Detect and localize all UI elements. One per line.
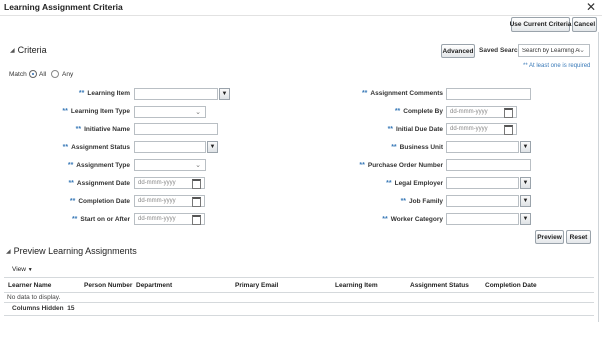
reset-button[interactable]: Reset bbox=[566, 230, 591, 244]
assignment-status-dropdown-button[interactable]: ▼ bbox=[207, 141, 218, 153]
assignment-status-input[interactable] bbox=[134, 141, 206, 153]
table-bottom-border bbox=[4, 315, 594, 316]
calendar-icon[interactable] bbox=[192, 179, 201, 189]
saved-search-select[interactable]: Search by Learning Ar ⌄ bbox=[518, 44, 590, 57]
assignment-date-label: ** Assignment Date bbox=[68, 180, 130, 187]
learning-item-input[interactable] bbox=[134, 88, 218, 100]
columns-hidden-count: 15 bbox=[67, 305, 75, 312]
column-header-primary-email[interactable]: Primary Email bbox=[235, 282, 278, 289]
business-unit-dropdown-button[interactable]: ▼ bbox=[520, 141, 531, 153]
criteria-title: Criteria bbox=[17, 45, 47, 55]
job-family-input[interactable] bbox=[446, 195, 519, 207]
legal-employer-dropdown-button[interactable]: ▼ bbox=[520, 177, 531, 189]
column-header-learning-item[interactable]: Learning Item bbox=[335, 282, 378, 289]
completion-date-input[interactable]: dd-mmm-yyyy bbox=[134, 195, 205, 207]
column-header-person-number[interactable]: Person Number bbox=[84, 282, 132, 289]
cancel-button[interactable]: Cancel bbox=[572, 17, 597, 32]
divider bbox=[0, 15, 602, 16]
view-dropdown-icon: ▼ bbox=[27, 267, 33, 273]
saved-search-label: Saved Search bbox=[479, 47, 522, 54]
learning-item-dropdown-button[interactable]: ▼ bbox=[219, 88, 230, 100]
legal-employer-input[interactable] bbox=[446, 177, 519, 189]
use-current-criteria-button[interactable]: Use Current Criteria bbox=[510, 17, 571, 32]
purchase-order-number-label: ** Purchase Order Number bbox=[359, 162, 443, 169]
calendar-icon[interactable] bbox=[192, 197, 201, 207]
match-all-label: All bbox=[39, 71, 47, 78]
chevron-down-icon: ⌄ bbox=[579, 47, 585, 54]
calendar-icon[interactable] bbox=[504, 108, 513, 118]
column-header-department[interactable]: Department bbox=[136, 282, 172, 289]
required-note: ** At least one is required bbox=[523, 63, 591, 69]
worker-category-label: ** Worker Category bbox=[382, 216, 443, 223]
assignment-type-label: ** Assignment Type bbox=[67, 162, 130, 169]
saved-search-value: Search by Learning Ar bbox=[522, 48, 580, 54]
preview-section-header[interactable]: ◢ Preview Learning Assignments bbox=[6, 246, 137, 256]
column-header-completion-date[interactable]: Completion Date bbox=[485, 282, 537, 289]
assignment-type-select[interactable]: ⌄ bbox=[134, 159, 206, 171]
assignment-comments-input[interactable] bbox=[446, 88, 531, 100]
columns-hidden: Columns Hidden 15 bbox=[12, 305, 75, 312]
match-any-radio[interactable] bbox=[51, 70, 59, 78]
legal-employer-label: ** Legal Employer bbox=[386, 180, 443, 187]
match-any-label: Any bbox=[62, 71, 74, 78]
assignment-status-label: ** Assignment Status bbox=[62, 144, 130, 151]
calendar-icon[interactable] bbox=[504, 125, 513, 135]
completion-date-label: ** Completion Date bbox=[69, 198, 130, 205]
initiative-name-input[interactable] bbox=[134, 123, 218, 135]
initial-due-date-label: ** Initial Due Date bbox=[387, 126, 443, 133]
close-icon[interactable]: ✕ bbox=[586, 0, 596, 14]
purchase-order-number-input[interactable] bbox=[446, 159, 531, 171]
match-label: Match bbox=[9, 71, 27, 78]
learning-item-type-label: ** Learning Item Type bbox=[62, 108, 130, 115]
job-family-label: ** Job Family bbox=[400, 198, 443, 205]
column-header-learner-name[interactable]: Learner Name bbox=[8, 282, 51, 289]
initiative-name-label: ** Initiative Name bbox=[75, 126, 130, 133]
job-family-dropdown-button[interactable]: ▼ bbox=[520, 195, 531, 207]
preview-button[interactable]: Preview bbox=[535, 230, 564, 244]
calendar-icon[interactable] bbox=[192, 215, 201, 225]
column-header-assignment-status[interactable]: Assignment Status bbox=[410, 282, 469, 289]
learning-item-type-select[interactable]: ⌄ bbox=[134, 106, 206, 118]
initial-due-date-input[interactable]: dd-mmm-yyyy bbox=[446, 123, 517, 135]
chevron-down-icon: ⌄ bbox=[195, 109, 201, 116]
collapse-triangle-icon[interactable]: ◢ bbox=[10, 47, 15, 54]
match-all-radio[interactable] bbox=[29, 70, 37, 78]
worker-category-input[interactable] bbox=[446, 213, 519, 225]
chevron-down-icon: ⌄ bbox=[195, 162, 201, 169]
dialog-right-border bbox=[598, 32, 599, 322]
criteria-header[interactable]: ◢ Criteria bbox=[10, 45, 47, 55]
worker-category-dropdown-button[interactable]: ▼ bbox=[520, 213, 531, 225]
learning-item-label: ** Learning Item bbox=[78, 90, 130, 97]
view-menu[interactable]: View ▼ bbox=[12, 266, 33, 273]
preview-section-title: Preview Learning Assignments bbox=[13, 246, 137, 256]
business-unit-label: ** Business Unit bbox=[391, 144, 443, 151]
table-top-border bbox=[4, 277, 594, 278]
advanced-button[interactable]: Advanced bbox=[441, 44, 475, 58]
start-on-after-input[interactable]: dd-mmm-yyyy bbox=[134, 213, 205, 225]
empty-table-message: No data to display. bbox=[7, 294, 61, 301]
complete-by-input[interactable]: dd-mmm-yyyy bbox=[446, 106, 517, 118]
collapse-triangle-icon[interactable]: ◢ bbox=[6, 248, 11, 255]
dialog-title: Learning Assignment Criteria bbox=[4, 2, 123, 12]
business-unit-input[interactable] bbox=[446, 141, 519, 153]
complete-by-label: ** Complete By bbox=[394, 108, 443, 115]
start-on-after-label: ** Start on or After bbox=[71, 216, 130, 223]
table-divider bbox=[4, 302, 594, 303]
assignment-comments-label: ** Assignment Comments bbox=[361, 90, 443, 97]
header-bottom-border bbox=[4, 292, 594, 293]
assignment-date-input[interactable]: dd-mmm-yyyy bbox=[134, 177, 205, 189]
